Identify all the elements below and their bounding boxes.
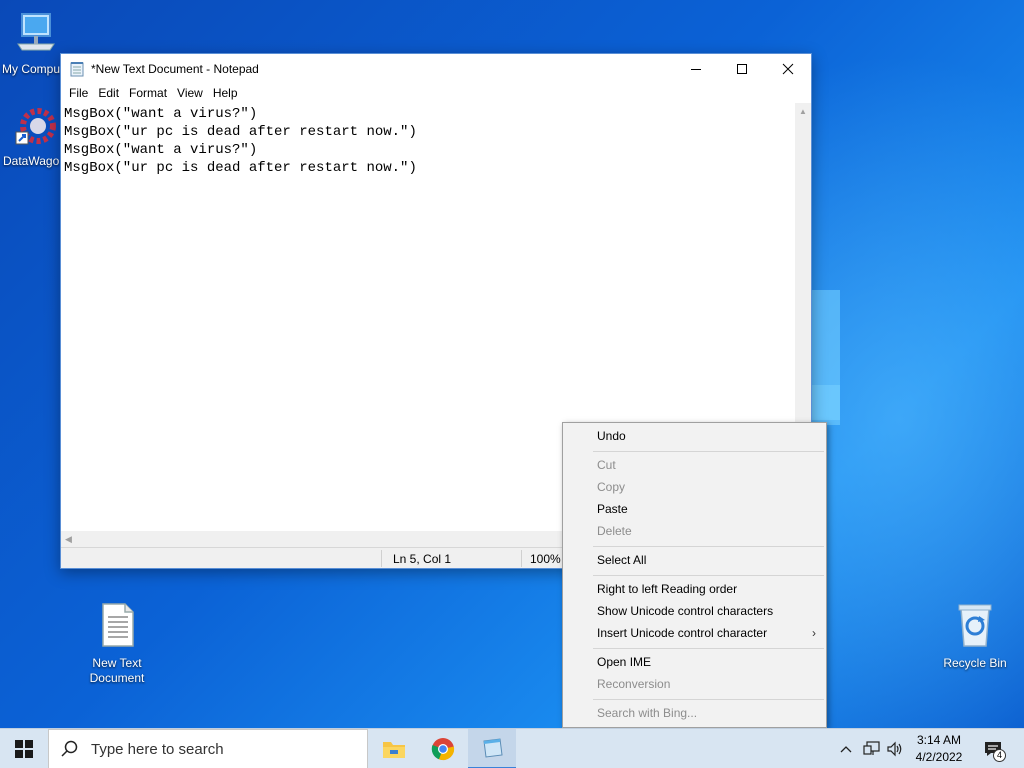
clock[interactable]: 3:14 AM 4/2/2022 [908,732,970,766]
menu-item-delete: Delete [597,524,632,538]
menu-bar: File Edit Format View Help [61,83,811,103]
taskbar-search[interactable] [48,729,368,768]
submenu-arrow-icon: › [812,626,816,640]
recycle-bin-icon [935,602,1015,652]
taskbar-notepad[interactable] [468,729,516,768]
menu-item-reconversion: Reconversion [597,677,671,691]
menu-item-undo[interactable]: Undo [597,427,817,445]
desktop-icon-label: Recycle Bin [943,656,1007,670]
search-input[interactable] [91,740,341,758]
chevron-up-icon [840,746,852,753]
menu-item-copy: Copy [597,480,626,494]
clock-date: 4/2/2022 [915,750,963,764]
text-file-icon [77,602,157,652]
window-title: *New Text Document - Notepad [91,61,259,76]
network-icon [863,741,880,755]
menu-divider [593,451,824,452]
menu-help[interactable]: Help [208,86,243,100]
scroll-left-icon[interactable]: ◀ [65,534,72,545]
taskbar: 3:14 AM 4/2/2022 4 [0,728,1024,768]
desktop-icon-new-text-document[interactable]: New Text Document [77,602,157,686]
notepad-icon [483,738,503,758]
menu-item-search-bing: Search with Bing... [597,706,698,720]
minimize-button[interactable] [673,54,719,83]
folder-icon [383,742,405,758]
menu-item-select-all[interactable]: Select All [597,551,817,569]
windows-icon [15,740,33,758]
notepad-icon [69,61,85,77]
menu-edit[interactable]: Edit [93,86,124,100]
taskbar-file-explorer[interactable] [370,729,418,768]
menu-item-insert-unicode[interactable]: Insert Unicode control character [597,624,817,642]
menu-divider [593,699,824,700]
notification-count-badge: 4 [993,749,1006,762]
notifications-button[interactable]: 4 [978,729,1008,768]
menu-item-show-unicode[interactable]: Show Unicode control characters [597,602,817,620]
minimize-icon [691,68,701,70]
clock-time: 3:14 AM [916,733,962,747]
wallpaper-light [812,385,840,425]
menu-divider [593,575,824,576]
maximize-icon [737,63,747,74]
menu-format[interactable]: Format [124,86,172,100]
close-icon [782,63,794,74]
volume-button[interactable] [884,729,906,768]
scroll-up-icon[interactable]: ▲ [795,103,811,120]
chrome-icon [431,738,455,761]
title-bar[interactable]: *New Text Document - Notepad [61,54,811,83]
cursor-position: Ln 5, Col 1 [393,552,452,566]
desktop-icon-recycle-bin[interactable]: Recycle Bin [935,602,1015,671]
menu-divider [593,546,824,547]
status-divider [521,550,522,567]
search-icon [61,740,78,757]
maximize-button[interactable] [719,54,765,83]
start-button[interactable] [0,729,48,768]
menu-item-rtl-reading-order[interactable]: Right to left Reading order [597,580,817,598]
show-hidden-icons-button[interactable] [836,729,856,768]
desktop-icon-label: New Text Document [89,656,145,685]
menu-divider [593,648,824,649]
network-button[interactable] [860,729,884,768]
menu-item-open-ime[interactable]: Open IME [597,653,817,671]
status-divider [381,550,382,567]
computer-icon [14,10,70,58]
zoom-level: 100% [530,552,561,566]
taskbar-chrome[interactable] [419,729,467,768]
menu-item-cut: Cut [597,458,616,472]
speaker-icon [887,741,902,757]
close-button[interactable] [765,54,811,83]
context-menu: Undo Cut Copy Paste Delete Select All Ri… [562,422,827,728]
menu-item-paste[interactable]: Paste [597,500,817,518]
menu-file[interactable]: File [64,86,93,100]
menu-view[interactable]: View [172,86,208,100]
